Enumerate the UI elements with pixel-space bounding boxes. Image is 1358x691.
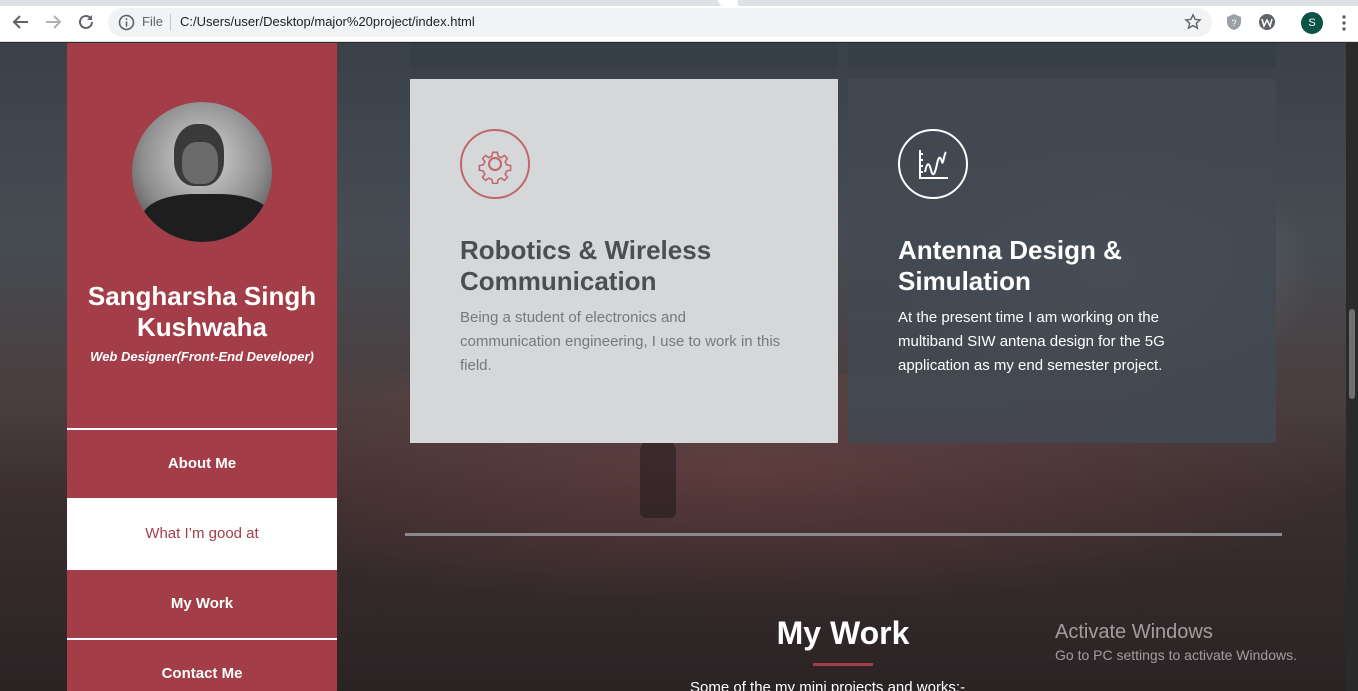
tab-strip xyxy=(0,0,1358,6)
title-underline xyxy=(813,663,873,666)
page-viewport: Sangharsha Singh Kushwaha Web Designer(F… xyxy=(0,43,1358,691)
card-title: Robotics & Wireless Communication xyxy=(460,235,712,296)
gear-icon xyxy=(460,129,530,199)
url-text[interactable]: C:/Users/user/Desktop/major%20project/in… xyxy=(180,14,475,29)
my-work-subtitle: Some of the my mini projects and works:- xyxy=(690,679,966,691)
chart-icon-graphic xyxy=(919,150,948,179)
arrow-left-icon xyxy=(12,15,28,29)
gear-icon-graphic xyxy=(478,151,512,184)
background-image-figure xyxy=(640,438,676,518)
svg-text:?: ? xyxy=(1231,18,1236,28)
photo-body xyxy=(142,194,272,242)
star-icon[interactable] xyxy=(1184,13,1202,31)
wappalyzer-extension-icon[interactable] xyxy=(1258,13,1276,31)
watermark-subtitle: Go to PC settings to activate Windows. xyxy=(1055,647,1297,663)
my-work-title: My Work xyxy=(776,615,910,651)
menu-item-about-me[interactable]: About Me xyxy=(67,428,337,498)
windows-activation-watermark: Activate Windows Go to PC settings to ac… xyxy=(1055,621,1297,663)
shield-extension-icon[interactable]: ? xyxy=(1225,13,1243,31)
chart-icon xyxy=(898,129,968,199)
menu-item-contact-me[interactable]: Contact Me xyxy=(67,638,337,691)
previous-card-left xyxy=(410,43,838,69)
back-button[interactable] xyxy=(9,10,33,34)
skill-card-robotics: Robotics & Wireless Communication Being … xyxy=(410,79,838,443)
profile-role: Web Designer(Front-End Developer) xyxy=(90,349,314,364)
reload-button[interactable] xyxy=(74,10,98,34)
watermark-title: Activate Windows xyxy=(1055,621,1213,643)
sidebar-menu: About Me What I’m good at My Work Contac… xyxy=(67,428,337,691)
info-icon[interactable] xyxy=(118,14,135,31)
sidebar: Sangharsha Singh Kushwaha Web Designer(F… xyxy=(67,43,337,691)
more-menu-icon[interactable] xyxy=(1338,14,1350,32)
card-text: Being a student of electronics and commu… xyxy=(460,309,781,374)
reload-icon xyxy=(79,14,93,29)
profile-name: Sangharsha Singh Kushwaha xyxy=(87,281,317,342)
arrow-right-icon xyxy=(46,15,62,29)
section-divider xyxy=(405,533,1282,536)
omnibox-separator xyxy=(170,14,171,31)
card-text: At the present time I am working on the … xyxy=(898,309,1165,374)
active-tab-edge xyxy=(718,0,738,6)
skill-card-antenna: Antenna Design & Simulation At the prese… xyxy=(848,79,1276,443)
address-bar[interactable]: File C:/Users/user/Desktop/major%20proje… xyxy=(108,8,1212,37)
photo-face xyxy=(182,142,218,184)
file-label: File xyxy=(142,14,163,29)
profile-photo xyxy=(132,102,272,242)
previous-card-right xyxy=(848,43,1276,69)
scrollbar-thumb[interactable] xyxy=(1349,309,1355,399)
card-title: Antenna Design & Simulation xyxy=(898,235,1122,296)
menu-item-my-work[interactable]: My Work xyxy=(67,568,337,638)
menu-item-what-im-good-at[interactable]: What I’m good at xyxy=(67,498,337,568)
profile-avatar[interactable]: S xyxy=(1301,12,1323,34)
forward-button[interactable] xyxy=(41,10,65,34)
browser-toolbar: File C:/Users/user/Desktop/major%20proje… xyxy=(0,0,1358,42)
